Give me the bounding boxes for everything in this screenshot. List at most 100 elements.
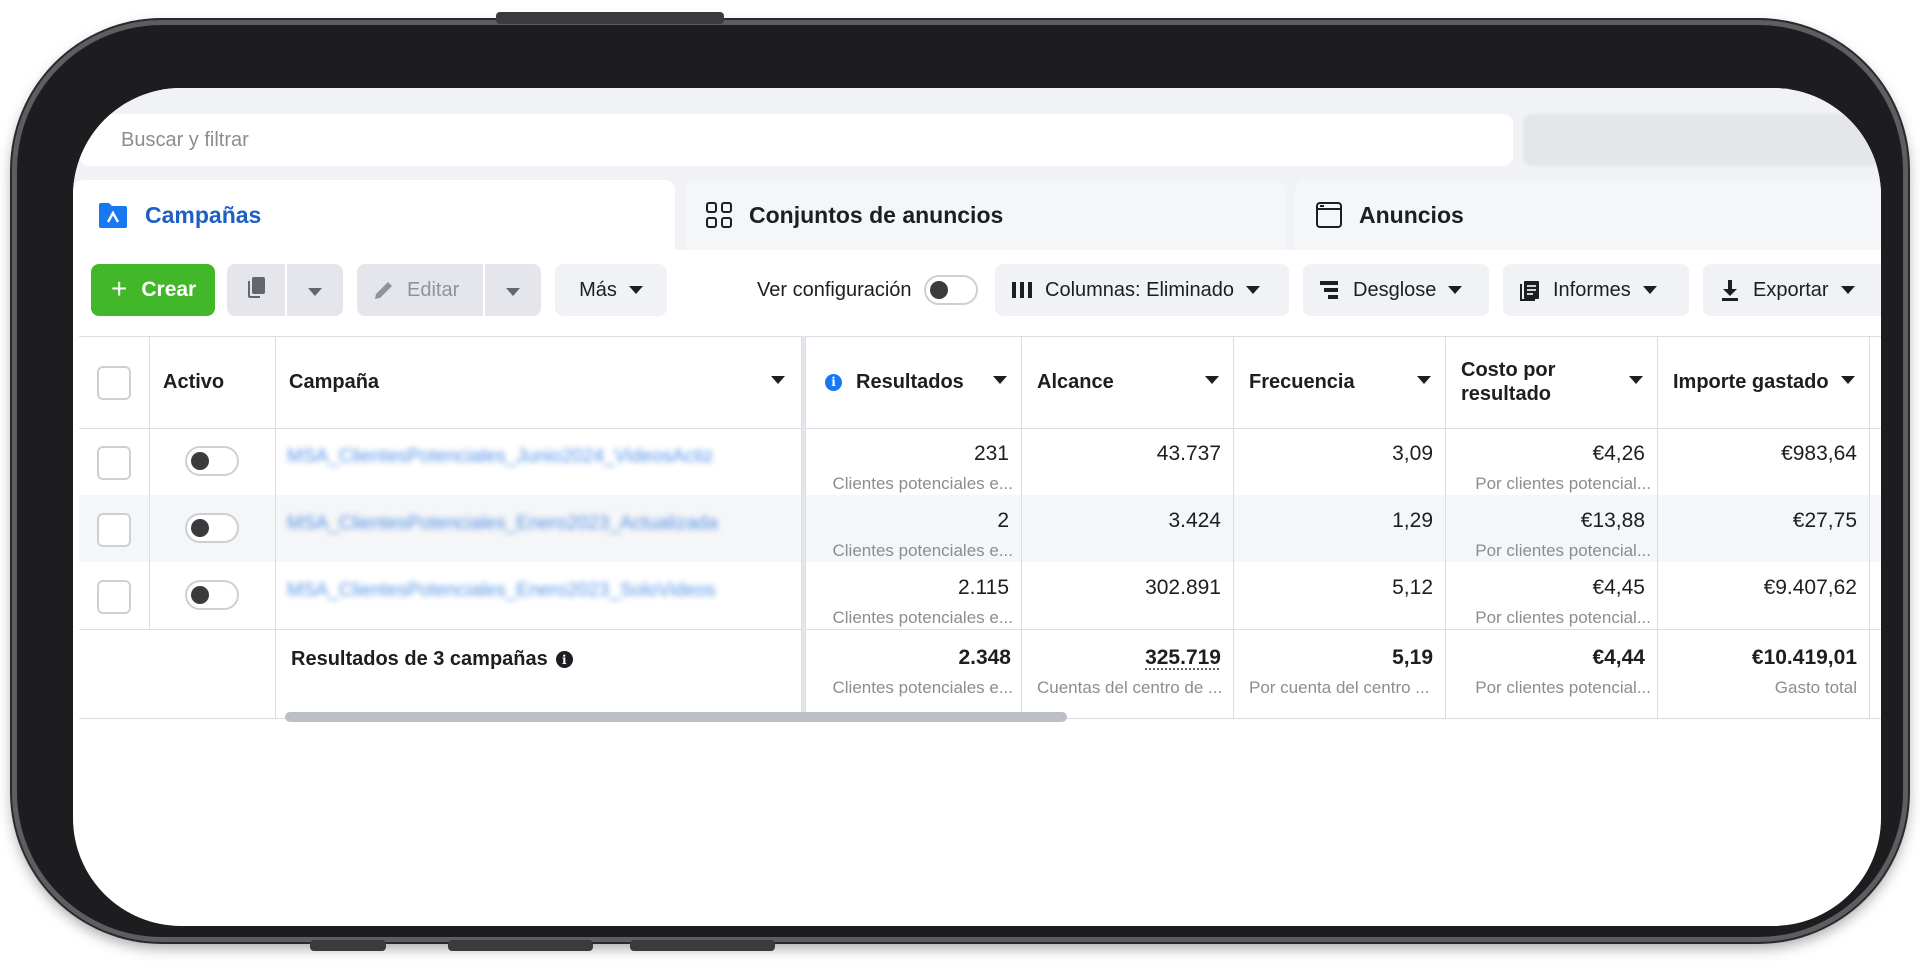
total-reach-value: 325.719 — [1025, 646, 1221, 670]
search-placeholder: Buscar y filtrar — [121, 128, 249, 151]
reports-button[interactable]: Informes — [1503, 264, 1689, 316]
columns-icon — [1011, 281, 1033, 299]
column-header-campaign[interactable]: Campaña — [289, 336, 799, 428]
plus-icon: + — [111, 272, 128, 304]
results-value: 2.115 — [958, 576, 1009, 599]
cost-header-line2: resultado — [1461, 383, 1552, 405]
caret-down-icon — [993, 376, 1007, 384]
column-header-cost-per-result[interactable]: Costo por resultado — [1461, 336, 1657, 428]
campaign-name-link[interactable]: MSA_ClientesPotenciales_Junio2024_Videos… — [287, 446, 713, 468]
totals-row-label: Resultados de 3 campañas i — [291, 648, 573, 671]
grid-icon — [705, 201, 733, 229]
duplicate-icon — [244, 275, 268, 305]
total-spent-value: €10.419,01 — [1751, 646, 1857, 669]
date-range-picker[interactable] — [1523, 114, 1881, 166]
row-checkbox[interactable] — [97, 580, 131, 614]
column-header-active[interactable]: Activo — [163, 336, 273, 428]
edit-dropdown-button[interactable] — [485, 264, 541, 316]
folder-icon — [97, 201, 129, 229]
results-sub: Clientes potenciales e... — [832, 474, 1014, 493]
campaign-active-toggle[interactable] — [185, 446, 239, 476]
breakdown-button[interactable]: Desglose — [1303, 264, 1489, 316]
info-icon[interactable]: i — [555, 651, 573, 668]
total-frequency-sub: Por cuenta del centro ... — [1249, 678, 1430, 697]
view-config-toggle[interactable] — [923, 275, 978, 305]
campaigns-table: Activo Campaña i Resultados Alcance Frec… — [73, 336, 1881, 719]
window-icon — [1315, 201, 1343, 229]
column-header-reach[interactable]: Alcance — [1037, 336, 1233, 428]
row-checkbox[interactable] — [97, 446, 131, 480]
divider — [1233, 336, 1234, 718]
total-cost-sub: Por clientes potencial... — [1475, 678, 1651, 697]
cost-header-line1: Costo por — [1461, 359, 1556, 381]
columns-button[interactable]: Columnas: Eliminado — [995, 264, 1289, 316]
caret-down-icon — [1205, 376, 1219, 384]
tab-campaigns[interactable]: Campañas — [73, 180, 675, 250]
frequency-value: 1,29 — [1392, 509, 1433, 532]
cost-sub: Por clientes potencial... — [1475, 474, 1651, 493]
total-frequency-value: 5,19 — [1392, 646, 1433, 669]
campaign-name-link[interactable]: MSA_ClientesPotenciales_Enero2023_Actual… — [287, 513, 718, 535]
caret-down-icon — [1245, 286, 1260, 294]
reach-value: 43.737 — [1156, 442, 1221, 465]
caret-down-icon — [628, 286, 643, 294]
info-icon[interactable]: i — [825, 373, 842, 391]
spent-value: €983,64 — [1781, 442, 1857, 465]
cost-value: €4,26 — [1592, 442, 1645, 465]
spent-value: €9.407,62 — [1763, 576, 1857, 599]
results-value: 2 — [997, 509, 1009, 532]
phone-volume-up-button — [448, 940, 593, 951]
cost-value: €4,45 — [1592, 576, 1645, 599]
search-filter-input[interactable]: Buscar y filtrar — [79, 114, 1513, 166]
create-button[interactable]: + Crear — [91, 264, 215, 316]
column-header-active-label: Activo — [163, 370, 225, 393]
frequency-value: 3,09 — [1392, 442, 1433, 465]
column-header-frequency[interactable]: Frecuencia — [1249, 336, 1445, 428]
more-button-label: Más — [579, 278, 617, 301]
phone-screen: Buscar y filtrar Campañas Conjuntos de a… — [73, 88, 1881, 926]
campaign-active-toggle[interactable] — [185, 580, 239, 610]
divider — [275, 336, 276, 718]
results-value: 231 — [973, 442, 1009, 465]
export-button-label: Exportar — [1753, 278, 1829, 301]
horizontal-scrollbar[interactable] — [285, 712, 1067, 722]
download-icon — [1719, 279, 1741, 301]
edit-button-label: Editar — [407, 278, 460, 301]
caret-down-icon — [308, 279, 322, 302]
campaign-name-link[interactable]: MSA_ClientesPotenciales_Enero2023_SoloVi… — [287, 580, 716, 602]
phone-power-button — [496, 12, 724, 24]
select-all-checkbox[interactable] — [97, 366, 131, 400]
column-header-results-label: Resultados — [856, 370, 964, 393]
spent-value: €27,75 — [1792, 509, 1857, 532]
search-area: Buscar y filtrar — [73, 88, 1881, 188]
export-button[interactable]: Exportar — [1703, 264, 1881, 316]
totals-label-text: Resultados de 3 campañas — [291, 648, 548, 670]
column-header-reach-label: Alcance — [1037, 370, 1114, 393]
tab-ads[interactable]: Anuncios — [1295, 180, 1881, 250]
caret-down-icon — [1841, 376, 1855, 384]
duplicate-button[interactable] — [227, 264, 285, 316]
caret-down-icon — [1642, 286, 1657, 294]
column-header-results[interactable]: i Resultados — [825, 336, 1021, 428]
divider — [79, 629, 1881, 630]
cost-value: €13,88 — [1580, 509, 1645, 532]
frequency-value: 5,12 — [1392, 576, 1433, 599]
duplicate-dropdown-button[interactable] — [287, 264, 343, 316]
column-header-frequency-label: Frecuencia — [1249, 370, 1355, 393]
total-results-value: 2.348 — [958, 646, 1011, 669]
frozen-column-divider — [801, 336, 806, 718]
more-button[interactable]: Más — [555, 264, 667, 316]
total-reach-sub: Cuentas del centro de ... — [1037, 678, 1223, 697]
campaign-active-toggle[interactable] — [185, 513, 239, 543]
columns-button-label: Columnas: Eliminado — [1045, 278, 1234, 301]
column-header-amount-spent[interactable]: Importe gastado — [1673, 336, 1869, 428]
total-reach-number[interactable]: 325.719 — [1145, 646, 1221, 669]
level-tabs: Campañas Conjuntos de anuncios Anuncios — [73, 180, 1881, 250]
create-button-label: Crear — [141, 278, 197, 301]
caret-down-icon — [506, 279, 520, 302]
tab-ad-sets[interactable]: Conjuntos de anuncios — [685, 180, 1285, 250]
row-checkbox[interactable] — [97, 513, 131, 547]
column-header-cost-label: Costo por resultado — [1461, 358, 1555, 406]
edit-button[interactable]: Editar — [357, 264, 483, 316]
view-config: Ver configuración — [757, 264, 978, 316]
